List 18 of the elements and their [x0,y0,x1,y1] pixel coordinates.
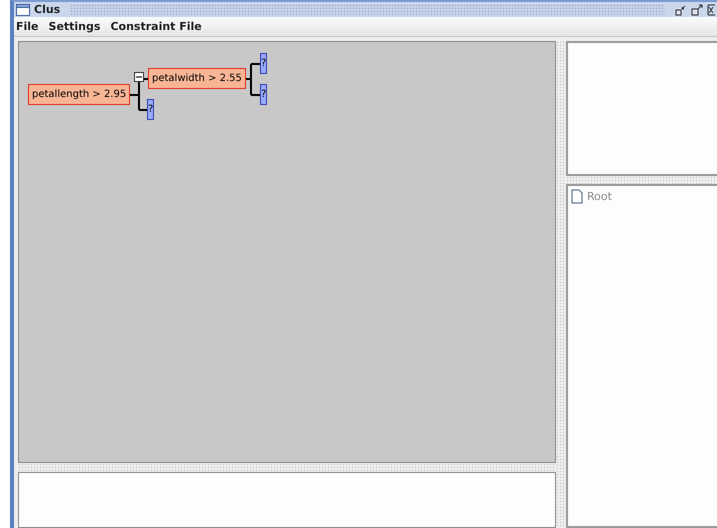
leaf-node[interactable]: ? [260,84,268,105]
close-icon[interactable] [707,4,715,16]
maximize-icon[interactable] [691,4,703,16]
splitter-handle[interactable] [556,41,566,528]
split-node[interactable]: petalwidth > 2.55 [148,68,246,89]
menu-item[interactable]: Settings [48,20,100,33]
window-icon [16,4,30,16]
minimize-icon[interactable] [675,4,687,16]
window-title: Clus [34,3,60,16]
splitter-handle[interactable] [18,463,556,472]
menu-item[interactable]: File [16,20,39,33]
split-node[interactable]: petallength > 2.95 [28,84,130,105]
splitter-handle[interactable] [566,176,717,184]
document-icon [571,189,583,204]
leaf-node[interactable]: ? [260,53,268,74]
menu-item[interactable]: Constraint File [110,20,202,33]
leaf-node[interactable]: ? [147,99,154,120]
collapse-toggle[interactable] [134,72,144,82]
